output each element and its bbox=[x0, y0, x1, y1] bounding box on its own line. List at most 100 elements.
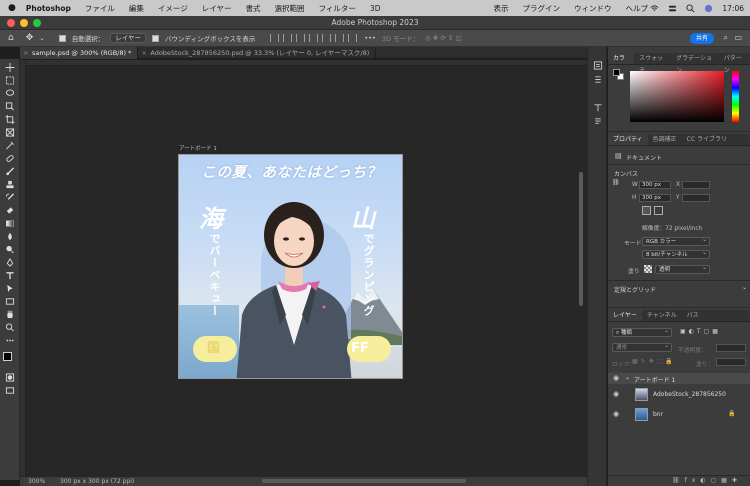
close-tab-icon[interactable]: × bbox=[23, 47, 28, 59]
auto-select-checkbox[interactable] bbox=[58, 34, 66, 42]
3d-tools-icon[interactable]: ◎ ✥ ⟳ ⇕ ◫ bbox=[425, 34, 461, 42]
layer-filter-icons[interactable]: ▣◐T▢▦ bbox=[680, 328, 721, 335]
y-field[interactable] bbox=[682, 194, 710, 202]
tab-adjustments[interactable]: 色調補正 bbox=[648, 134, 682, 145]
menu-3d[interactable]: 3D bbox=[370, 4, 381, 13]
tab-sample-psd[interactable]: × sample.psd @ 300% (RGB/8) * bbox=[20, 47, 139, 59]
canvas-section-header[interactable]: カンバス bbox=[614, 169, 638, 178]
layer-name[interactable]: アートボード 1 bbox=[634, 375, 675, 384]
close-tab-icon[interactable]: × bbox=[141, 47, 146, 59]
artboard[interactable]: この夏、あなたはどっち？ 海 でバーベキュー 山 でグランピング 国 FF bbox=[178, 154, 403, 379]
search-icon[interactable]: ⌕ bbox=[724, 33, 728, 43]
dodge-tool-icon[interactable] bbox=[5, 245, 15, 254]
rectangle-tool-icon[interactable] bbox=[5, 297, 15, 305]
layer-row-adobestock[interactable]: ◉ AdobeStock_287856250 bbox=[608, 385, 750, 404]
lock-icon[interactable]: 🔒 bbox=[728, 410, 735, 417]
landscape-orientation-icon[interactable] bbox=[654, 206, 663, 215]
adjust-panel-icon[interactable] bbox=[593, 75, 603, 84]
rulers-grid-section-header[interactable]: 定規とグリッド bbox=[614, 285, 656, 294]
move-tool-icon[interactable]: ✥ bbox=[26, 33, 34, 43]
crop-tool-icon[interactable] bbox=[5, 115, 15, 124]
healing-brush-tool-icon[interactable] bbox=[5, 154, 15, 162]
object-select-tool-icon[interactable] bbox=[5, 102, 15, 111]
menu-view[interactable]: 表示 bbox=[493, 3, 508, 14]
chevron-down-icon[interactable]: ⌄ bbox=[625, 374, 630, 381]
stamp-tool-icon[interactable] bbox=[5, 180, 15, 189]
tab-paths[interactable]: パス bbox=[682, 310, 704, 321]
share-button[interactable]: 共有 bbox=[690, 33, 714, 44]
menu-edit[interactable]: 編集 bbox=[129, 3, 144, 14]
tab-layers[interactable]: レイヤー bbox=[608, 310, 642, 321]
tab-swatches[interactable]: スウォッチ bbox=[634, 53, 671, 74]
tab-color[interactable]: カラー bbox=[608, 53, 635, 74]
menu-window[interactable]: ウィンドウ bbox=[574, 3, 612, 14]
search-icon[interactable] bbox=[686, 3, 695, 13]
foreground-color-swatch[interactable] bbox=[3, 352, 12, 361]
hue-slider[interactable] bbox=[732, 71, 739, 122]
move-tool-icon[interactable] bbox=[5, 63, 15, 72]
home-icon[interactable]: ⌂ bbox=[8, 33, 14, 43]
color-picker-field[interactable] bbox=[630, 71, 724, 122]
path-select-tool-icon[interactable] bbox=[5, 284, 15, 293]
document-info[interactable]: 300 px x 300 px (72 ppi) bbox=[60, 478, 134, 485]
tab-properties[interactable]: プロパティ bbox=[608, 134, 648, 145]
menubar-clock[interactable]: 17:06 bbox=[722, 4, 744, 13]
layer-row-bnr[interactable]: ◉ bnr 🔒 bbox=[608, 405, 750, 424]
workspace-icon[interactable]: ▭ bbox=[734, 33, 742, 42]
menu-image[interactable]: イメージ bbox=[158, 3, 188, 14]
chevron-down-icon[interactable]: ⌄ bbox=[742, 284, 747, 291]
siri-icon[interactable] bbox=[704, 4, 713, 13]
layer-row-artboard[interactable]: ◉ ⌄ アートボード 1 bbox=[608, 373, 750, 384]
layers-footer-icons[interactable]: ⛓fx◐▢▦✚🗑 bbox=[608, 475, 750, 486]
vertical-scrollbar[interactable] bbox=[579, 172, 583, 306]
hand-tool-icon[interactable] bbox=[5, 310, 15, 319]
marquee-tool-icon[interactable] bbox=[5, 76, 15, 85]
tab-channels[interactable]: チャンネル bbox=[642, 310, 682, 321]
layer-name[interactable]: AdobeStock_287856250 bbox=[653, 391, 726, 398]
align-middle-icon[interactable] bbox=[322, 34, 332, 42]
lasso-tool-icon[interactable] bbox=[5, 89, 15, 97]
fill-select[interactable]: 透明 bbox=[655, 264, 710, 274]
align-left-icon[interactable] bbox=[270, 34, 280, 42]
zoom-level[interactable]: 300% bbox=[28, 478, 45, 485]
height-field[interactable]: 300 px bbox=[639, 194, 671, 202]
menu-app-name[interactable]: Photoshop bbox=[26, 4, 71, 13]
opacity-field[interactable] bbox=[716, 344, 746, 352]
wifi-icon[interactable] bbox=[650, 4, 659, 13]
tab-adobestock-psd[interactable]: × AdobeStock_287856250.psd @ 33.3% (レイヤー… bbox=[138, 47, 377, 59]
menu-plugins[interactable]: プラグイン bbox=[522, 3, 560, 14]
layer-kind-filter[interactable]: ⌕ 種類 bbox=[612, 327, 672, 337]
screen-mode-icon[interactable] bbox=[5, 386, 15, 394]
width-field[interactable]: 300 px bbox=[639, 181, 671, 189]
brush-tool-icon[interactable] bbox=[5, 167, 15, 176]
menu-file[interactable]: ファイル bbox=[85, 3, 115, 14]
blur-tool-icon[interactable] bbox=[5, 232, 15, 241]
layer-name[interactable]: bnr bbox=[653, 411, 663, 418]
fill-swatch[interactable] bbox=[644, 265, 652, 273]
menu-type[interactable]: 書式 bbox=[246, 3, 261, 14]
bit-depth-select[interactable]: 8 bit/チャンネル bbox=[642, 249, 710, 259]
menu-filter[interactable]: フィルター bbox=[319, 3, 356, 14]
more-tools-icon[interactable] bbox=[5, 336, 15, 344]
portrait-orientation-icon[interactable] bbox=[642, 206, 651, 215]
menu-select[interactable]: 選択範囲 bbox=[275, 3, 305, 14]
pen-tool-icon[interactable] bbox=[5, 258, 15, 267]
tab-patterns[interactable]: パターン bbox=[719, 53, 750, 74]
layer-fill-field[interactable] bbox=[716, 358, 746, 366]
artboard-label[interactable]: アートボード 1 bbox=[179, 144, 217, 152]
frame-tool-icon[interactable] bbox=[5, 128, 15, 137]
zoom-tool-icon[interactable] bbox=[5, 323, 15, 332]
color-mode-select[interactable]: RGB カラー bbox=[642, 236, 710, 246]
distribute-icon[interactable] bbox=[348, 34, 358, 42]
control-center-icon[interactable] bbox=[668, 4, 677, 13]
eyedropper-tool-icon[interactable] bbox=[5, 141, 15, 150]
auto-select-target-dropdown[interactable]: レイヤー bbox=[110, 33, 147, 43]
color-bg-swatch[interactable] bbox=[613, 69, 620, 76]
tab-gradients[interactable]: グラデーション bbox=[671, 53, 719, 74]
quick-mask-icon[interactable] bbox=[5, 373, 15, 382]
type-tool-icon[interactable] bbox=[5, 271, 15, 280]
tab-cc-libraries[interactable]: CC ライブラリ bbox=[682, 134, 732, 145]
align-right-icon[interactable] bbox=[296, 34, 306, 42]
align-center-icon[interactable] bbox=[283, 34, 293, 42]
eye-icon[interactable]: ◉ bbox=[613, 410, 619, 418]
